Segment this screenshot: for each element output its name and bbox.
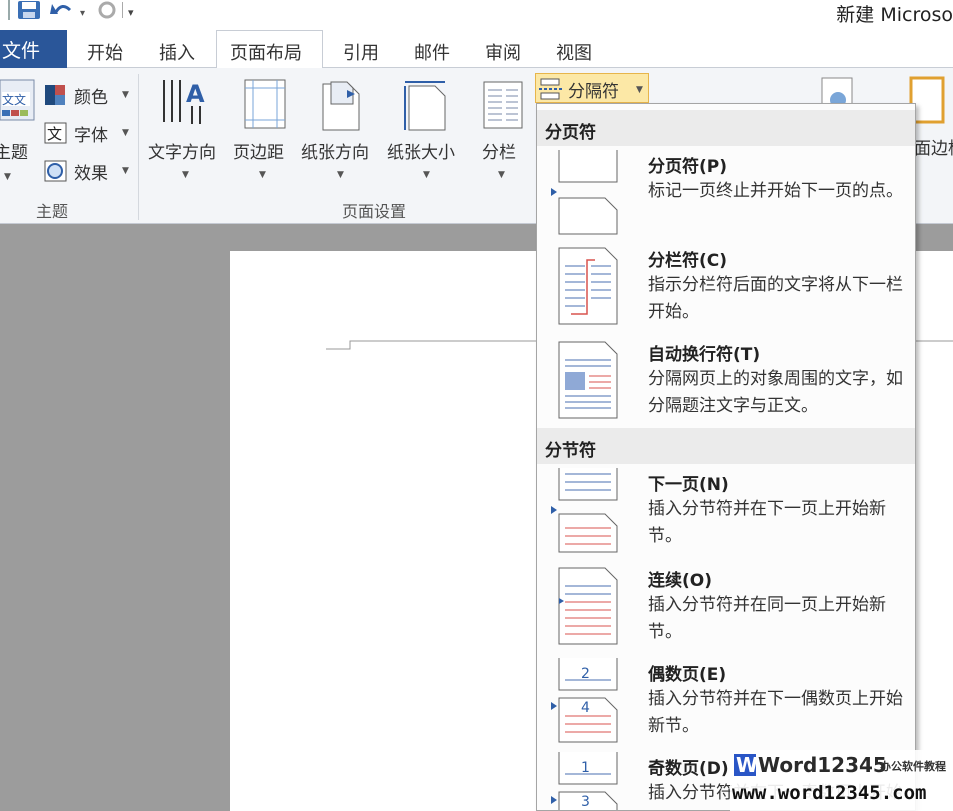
columns-button[interactable]: 分栏 ▼ [474, 72, 532, 192]
svg-text:4: 4 [581, 700, 590, 716]
save-icon[interactable] [18, 1, 40, 19]
svg-text:1: 1 [581, 760, 590, 776]
chevron-down-icon: ▼ [122, 90, 129, 100]
margins-button[interactable]: 页边距 ▼ [233, 72, 299, 192]
quick-access-toolbar: ▾ ▾ [8, 0, 134, 20]
even-page-section-icon: 2 4 [551, 658, 618, 743]
odd-page-section-icon: 1 3 [551, 752, 618, 810]
chevron-down-icon: ▼ [259, 170, 266, 180]
tab-file[interactable]: 文件 [0, 30, 67, 68]
margins-icon [244, 79, 286, 129]
orientation-icon [322, 81, 360, 131]
menu-item-text-wrapping-break[interactable]: 自动换行符(T) 分隔网页上的对象周围的文字，如分隔题注文字与正文。 [537, 334, 915, 426]
menu-item-column-break[interactable]: 分栏符(C) 指示分栏符后面的文字将从下一栏开始。 [537, 240, 915, 332]
menu-item-continuous[interactable]: 连续(O) 插入分节符并在同一页上开始新节。 [537, 560, 915, 652]
breaks-button[interactable]: 分隔符 ▼ [535, 73, 649, 103]
window-title: 新建 Microso [836, 4, 953, 26]
chevron-down-icon: ▼ [182, 170, 189, 180]
chevron-down-icon: ▼ [337, 170, 344, 180]
section-breaks-section-header: 分节符 [537, 428, 915, 464]
font-icon: 文 [44, 122, 67, 144]
svg-text:W: W [736, 753, 758, 777]
color-palette-icon [45, 85, 65, 105]
svg-text:2: 2 [581, 666, 590, 682]
page-borders-label: 面边框 [914, 139, 953, 159]
effects-icon [44, 160, 67, 182]
chevron-down-icon: ▼ [423, 170, 430, 180]
breaks-dropdown-menu: 分页符 分页符(P) 标记一页终止并开始下一页的点。 分栏符(C) 指示分栏符后… [536, 103, 916, 811]
chevron-down-icon: ▼ [498, 170, 505, 180]
menu-item-next-page[interactable]: 下一页(N) 插入分节符并在下一页上开始新节。 [537, 464, 915, 556]
themes-icon: 文文 [0, 79, 35, 121]
undo-icon[interactable] [50, 4, 72, 14]
page-breaks-section-header: 分页符 [537, 110, 915, 146]
tab-insert[interactable]: 插入 [159, 39, 195, 65]
chevron-down-icon: ▼ [4, 172, 11, 182]
title-bar: ▾ ▾ 新建 Microso [0, 0, 953, 26]
tab-home[interactable]: 开始 [87, 39, 123, 65]
breaks-icon [539, 78, 563, 100]
svg-text:▾: ▾ [80, 8, 85, 19]
paper-size-icon [404, 81, 446, 131]
theme-fonts-button[interactable]: 文 字体 ▼ [44, 120, 134, 146]
text-wrapping-break-icon [558, 341, 618, 419]
page-break-icon [551, 150, 618, 235]
redo-icon[interactable] [98, 1, 116, 19]
continuous-section-icon [558, 567, 618, 645]
tab-view[interactable]: 视图 [556, 39, 592, 65]
svg-text:3: 3 [581, 794, 590, 810]
next-page-section-icon [551, 468, 618, 553]
columns-icon [483, 81, 523, 129]
text-direction-icon: A [163, 80, 205, 124]
watermark-url: www.word12345.com [732, 782, 927, 804]
group-divider [138, 74, 139, 220]
tab-review[interactable]: 审阅 [485, 39, 521, 65]
themes-button[interactable]: 文文 主题 ▼ [0, 76, 38, 200]
theme-colors-button[interactable]: 颜色 ▼ [44, 82, 134, 108]
menu-item-page-break[interactable]: 分页符(P) 标记一页终止并开始下一页的点。 [537, 146, 915, 238]
menu-item-even-page[interactable]: 2 4 偶数页(E) 插入分节符并在下一偶数页上开始新节。 [537, 654, 915, 746]
svg-text:文文: 文文 [2, 92, 26, 107]
group-label-themes: 主题 [36, 202, 69, 221]
tab-mailings[interactable]: 邮件 [414, 39, 450, 65]
svg-text:文: 文 [47, 125, 62, 143]
column-break-icon [558, 247, 618, 325]
orientation-button[interactable]: 纸张方向 ▼ [299, 72, 383, 192]
chevron-down-icon: ▼ [636, 85, 643, 95]
svg-text:▾: ▾ [128, 6, 134, 19]
chevron-down-icon: ▼ [122, 128, 129, 138]
text-direction-button[interactable]: A 文字方向 ▼ [146, 72, 230, 192]
tab-page-layout[interactable]: 页面布局 [230, 39, 302, 65]
watermark-brand: Word12345 [758, 753, 887, 777]
site-watermark: W Word12345 办公软件教程 www.word12345.com [730, 750, 953, 811]
ribbon-tabs [0, 26, 953, 68]
chevron-down-icon: ▼ [122, 166, 129, 176]
tab-references[interactable]: 引用 [343, 39, 379, 65]
size-button[interactable]: 纸张大小 ▼ [385, 72, 469, 192]
group-label-page-setup: 页面设置 [342, 202, 407, 221]
svg-text:A: A [186, 80, 205, 108]
watermark-tagline: 办公软件教程 [880, 760, 946, 773]
theme-effects-button[interactable]: 效果 ▼ [44, 158, 134, 184]
